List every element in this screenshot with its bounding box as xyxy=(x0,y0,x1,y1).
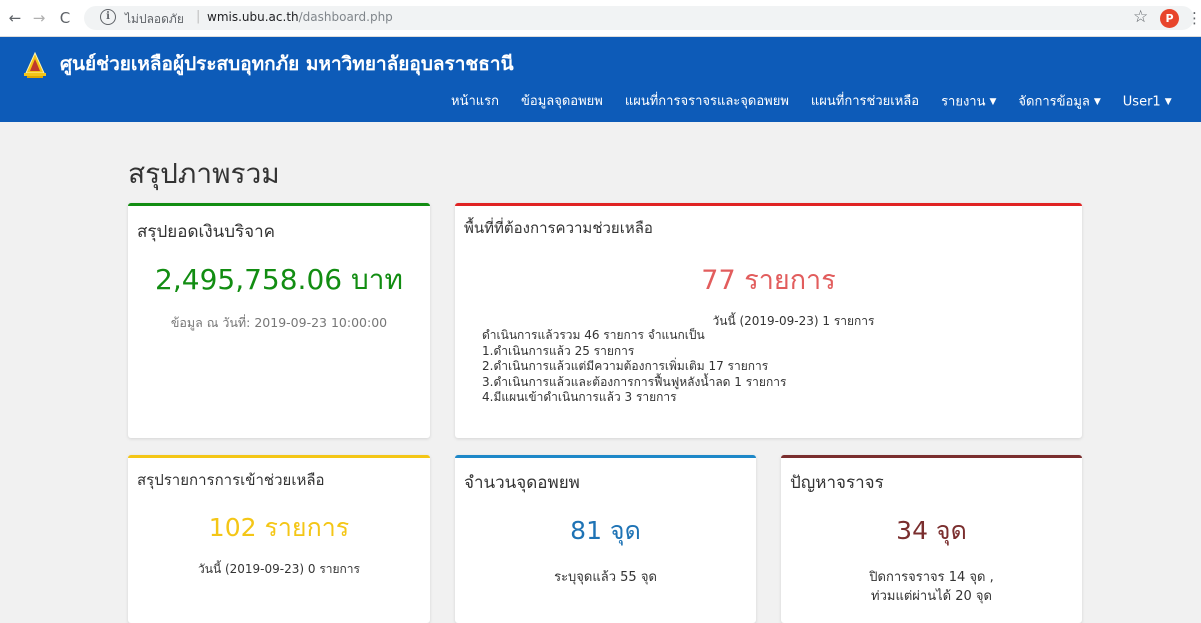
back-arrow-icon[interactable]: ← xyxy=(6,9,24,27)
star-icon[interactable]: ☆ xyxy=(1133,7,1148,27)
donation-total: 2,495,758.06 บาท xyxy=(155,263,403,296)
nav-user-menu[interactable]: User1 ▼ xyxy=(1112,92,1183,116)
areas-detail-line: 1.ดำเนินการแล้ว 25 รายการ xyxy=(482,343,635,358)
areas-details: ดำเนินการแล้วรวม 46 รายการ จำแนกเป็น 1.ด… xyxy=(482,328,786,406)
traffic-card: ปัญหาจราจร 34 จุด ปิดการจราจร 14 จุด , ท… xyxy=(781,455,1082,623)
evacuation-card-title: จำนวนจุดอพยพ xyxy=(464,473,580,493)
areas-card-title: พื้นที่ที่ต้องการความช่วยเหลือ xyxy=(464,219,653,237)
nav-evacuation-data-label: ข้อมูลจุดอพยพ xyxy=(521,94,603,109)
url-text[interactable]: wmis.ubu.ac.th/dashboard.php xyxy=(207,10,393,24)
traffic-card-title: ปัญหาจราจร xyxy=(790,473,884,493)
assistance-total: 102 รายการ xyxy=(208,513,350,542)
areas-detail-line: 2.ดำเนินการแล้วแต่มีความต้องการเพิ่มเติม… xyxy=(482,359,769,373)
nav-traffic-map[interactable]: แผนที่การจราจรและจุดอพยพ xyxy=(614,92,800,116)
nav-manage-data-label: จัดการข้อมูล xyxy=(1018,94,1090,110)
evacuation-identified: ระบุจุดแล้ว 55 จุด xyxy=(554,570,657,585)
reload-icon[interactable]: C xyxy=(56,9,74,27)
assistance-card-title: สรุปรายการการเข้าช่วยเหลือ xyxy=(137,471,325,489)
nav-home-label: หน้าแรก xyxy=(451,94,499,109)
donation-card: สรุปยอดเงินบริจาค 2,495,758.06 บาท ข้อมู… xyxy=(128,203,430,438)
nav-assistance-map-label: แผนที่การช่วยเหลือ xyxy=(810,94,920,109)
donation-card-title: สรุปยอดเงินบริจาค xyxy=(137,222,276,242)
forward-arrow-icon[interactable]: → xyxy=(30,9,48,27)
university-logo-icon[interactable] xyxy=(20,51,50,81)
donation-timestamp: ข้อมูล ณ วันที่: 2019-09-23 10:00:00 xyxy=(170,315,388,330)
browser-toolbar: ← → C i ไม่ปลอดภัย | wmis.ubu.ac.th/dash… xyxy=(0,0,1201,37)
areas-detail-line: 3.ดำเนินการแล้วและต้องการการฟื้นฟูหลังน้… xyxy=(482,374,787,389)
areas-total: 77 รายการ xyxy=(701,265,836,296)
caret-down-icon: ▼ xyxy=(1164,97,1172,107)
avatar[interactable]: P xyxy=(1160,9,1179,28)
caret-down-icon: ▼ xyxy=(989,97,997,107)
evacuation-card: จำนวนจุดอพยพ 81 จุด ระบุจุดแล้ว 55 จุด xyxy=(455,455,756,623)
url-path: /dashboard.php xyxy=(298,10,393,24)
areas-detail-line: 4.มีแผนเข้าดำเนินการแล้ว 3 รายการ xyxy=(482,390,677,404)
info-icon[interactable]: i xyxy=(100,9,116,25)
assistance-today: วันนี้ (2019-09-23) 0 รายการ xyxy=(198,562,360,576)
nav-home[interactable]: หน้าแรก xyxy=(440,92,510,116)
url-separator: | xyxy=(196,9,201,24)
caret-down-icon: ▼ xyxy=(1093,97,1101,107)
traffic-passable: ท่วมแต่ผ่านได้ 20 จุด xyxy=(871,589,992,604)
main-menu: หน้าแรก ข้อมูลจุดอพยพ แผนที่การจราจรและจ… xyxy=(440,92,1183,116)
nav-reports-label: รายงาน xyxy=(941,94,986,110)
url-host: wmis.ubu.ac.th xyxy=(207,10,299,24)
assistance-card: สรุปรายการการเข้าช่วยเหลือ 102 รายการ วั… xyxy=(128,455,430,623)
traffic-total: 34 จุด xyxy=(896,516,967,545)
areas-detail-line: ดำเนินการแล้วรวม 46 รายการ จำแนกเป็น xyxy=(482,328,705,342)
security-label: ไม่ปลอดภัย xyxy=(125,12,184,26)
traffic-closed: ปิดการจราจร 14 จุด , xyxy=(869,570,994,585)
app-navbar: ศูนย์ช่วยเหลือผู้ประสบอุทกภัย มหาวิทยาลั… xyxy=(0,37,1201,122)
page-title: สรุปภาพรวม xyxy=(128,157,280,190)
brand-title[interactable]: ศูนย์ช่วยเหลือผู้ประสบอุทกภัย มหาวิทยาลั… xyxy=(60,49,514,79)
nav-reports[interactable]: รายงาน ▼ xyxy=(930,92,1007,116)
nav-user-label: User1 xyxy=(1122,94,1161,110)
menu-dots-icon[interactable]: ⋮ xyxy=(1187,9,1201,27)
areas-card: พื้นที่ที่ต้องการความช่วยเหลือ 77 รายการ… xyxy=(455,203,1082,438)
nav-traffic-map-label: แผนที่การจราจรและจุดอพยพ xyxy=(624,94,789,109)
nav-evacuation-data[interactable]: ข้อมูลจุดอพยพ xyxy=(510,92,614,116)
evacuation-total: 81 จุด xyxy=(570,516,641,545)
nav-manage-data[interactable]: จัดการข้อมูล ▼ xyxy=(1007,92,1111,116)
nav-assistance-map[interactable]: แผนที่การช่วยเหลือ xyxy=(800,92,930,116)
